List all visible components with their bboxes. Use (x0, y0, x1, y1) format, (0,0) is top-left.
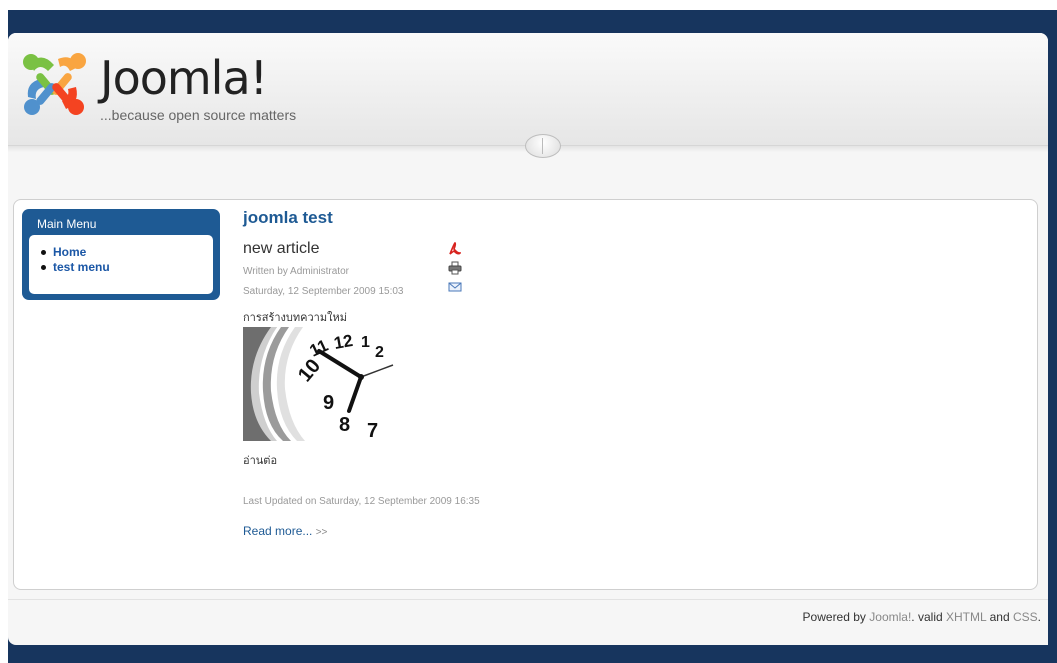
page-container: Joomla! ...because open source matters M… (8, 33, 1048, 645)
main-menu-title: Main Menu (37, 217, 97, 231)
svg-text:7: 7 (367, 420, 378, 441)
footer: Powered by Joomla!. valid XHTML and CSS. (803, 610, 1041, 624)
footer-joomla-link[interactable]: Joomla! (869, 610, 911, 624)
footer-and: and (989, 610, 1010, 624)
article-title: new article (243, 240, 320, 257)
read-more-link[interactable]: Read more... >> (243, 524, 327, 538)
main-menu: Main Menu Home test menu (22, 209, 220, 300)
footer-period: . (911, 610, 915, 624)
top-band (0, 0, 1057, 10)
email-icon[interactable] (448, 280, 462, 299)
svg-text:12: 12 (332, 331, 354, 353)
read-text-thai: อ่านต่อ (243, 455, 278, 467)
footer-xhtml-link[interactable]: XHTML (946, 610, 986, 624)
article-body-text: การสร้างบทความใหม่ (243, 312, 347, 324)
article-icons (448, 241, 465, 292)
article-author: Written by Administrator (243, 266, 349, 277)
menu-item-home[interactable]: Home (39, 245, 213, 260)
svg-text:8: 8 (339, 414, 350, 436)
category-title[interactable]: joomla test (243, 208, 333, 228)
main-menu-list: Home test menu (29, 235, 213, 294)
header-knob-icon (525, 134, 561, 158)
svg-text:1: 1 (361, 334, 370, 351)
last-updated: Last Updated on Saturday, 12 September 2… (243, 496, 480, 507)
footer-powered-by: Powered by (802, 610, 866, 624)
site-header: Joomla! ...because open source matters (8, 33, 1048, 146)
pdf-icon[interactable] (448, 241, 462, 261)
read-more-label: Read more... (243, 524, 313, 538)
joomla-logo[interactable]: Joomla! ...because open source matters (20, 43, 360, 133)
menu-item-test-menu[interactable]: test menu (39, 260, 213, 275)
content-area: Main Menu Home test menu joomla test new… (13, 199, 1038, 590)
article-date: Saturday, 12 September 2009 15:03 (243, 286, 404, 297)
footer-divider (8, 599, 1048, 600)
logo-tagline: ...because open source matters (100, 107, 297, 123)
svg-text:9: 9 (323, 392, 334, 414)
footer-period-end: . (1037, 610, 1041, 624)
clock-image: 11 12 1 2 10 9 8 7 (243, 327, 396, 441)
svg-text:2: 2 (375, 344, 384, 361)
footer-css-link[interactable]: CSS (1013, 610, 1038, 624)
print-icon[interactable] (448, 261, 462, 280)
footer-valid: valid (917, 610, 943, 624)
read-more-arrow-icon: >> (315, 527, 328, 538)
joomla-logo-icon (23, 53, 86, 115)
logo-wordmark: Joomla! (100, 51, 268, 105)
